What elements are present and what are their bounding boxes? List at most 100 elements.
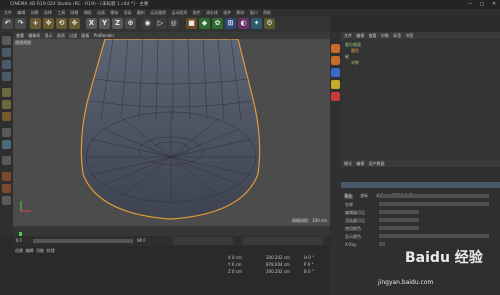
menu-item-tools[interactable]: 工具 (57, 10, 65, 15)
content-browser-icon[interactable] (331, 56, 340, 65)
viewport-menu-options[interactable]: 选项 (57, 33, 65, 38)
tweak-icon[interactable] (2, 140, 11, 149)
menu-item-render[interactable]: 渲染 (124, 10, 132, 15)
menu-item-help[interactable]: 帮助 (263, 10, 271, 15)
keyframe-buttons[interactable] (243, 237, 323, 245)
array-icon[interactable]: ⊞ (225, 18, 236, 29)
scale-icon[interactable]: ✥ (69, 18, 80, 29)
size-z[interactable]: 200.202 cm (266, 268, 290, 275)
menu-item-select[interactable]: 选择 (44, 10, 52, 15)
object-row[interactable]: 圆柱 (351, 48, 359, 54)
workplane-mode-icon[interactable] (2, 72, 11, 81)
attr-editor-visible-field[interactable] (379, 210, 419, 214)
layers-tab-icon[interactable] (331, 80, 340, 89)
grid-icon[interactable] (2, 196, 11, 205)
coord-z[interactable]: Z 0 cm (228, 268, 242, 275)
size-x[interactable]: 200.202 cm (266, 254, 290, 261)
attr-tab-mode[interactable]: 模式 (344, 161, 352, 166)
viewport-menu-view[interactable]: 查看 (16, 33, 24, 38)
coord-y[interactable]: Y 0 cm (228, 261, 242, 268)
floor-icon[interactable]: ✦ (251, 18, 262, 29)
model-mode-icon[interactable] (2, 48, 11, 57)
menu-item-plugins[interactable]: 插件 (223, 10, 231, 15)
y-axis-icon[interactable]: Y (99, 18, 110, 29)
light-icon[interactable]: ⚙ (264, 18, 275, 29)
menu-item-character[interactable]: 角色 (193, 10, 201, 15)
viewport-menu-panel[interactable]: 面板 (81, 33, 89, 38)
attr-render-visible-field[interactable] (379, 218, 419, 222)
menu-item-pipeline[interactable]: 流水线 (206, 10, 218, 15)
attributes-tab-icon[interactable] (331, 92, 340, 101)
coord-x[interactable]: X 0 cm (228, 254, 242, 261)
obj-menu-view[interactable]: 查看 (369, 33, 377, 38)
menu-item-edit[interactable]: 编辑 (17, 10, 25, 15)
live-select-icon[interactable]: + (30, 18, 41, 29)
attr-display-color-field[interactable] (379, 234, 489, 238)
timeline-ruler[interactable] (13, 226, 330, 241)
obj-menu-tags[interactable]: 标签 (393, 33, 401, 38)
attr-use-color-field[interactable] (379, 226, 419, 230)
minimize-button[interactable]: — (464, 0, 476, 9)
points-mode-icon[interactable] (2, 88, 11, 97)
polygons-mode-icon[interactable] (2, 112, 11, 121)
attr-section-coord[interactable]: 坐标 (360, 193, 368, 198)
snap-icon[interactable] (2, 156, 11, 165)
menu-item-create[interactable]: 创建 (31, 10, 39, 15)
viewport-menu-display[interactable]: 显示 (45, 33, 53, 38)
objects-tab-icon[interactable] (331, 44, 340, 53)
obj-menu-objects[interactable]: 对象 (381, 33, 389, 38)
menu-item-sculpt[interactable]: 雕刻 (137, 10, 145, 15)
size-y[interactable]: 878.004 cm (266, 261, 290, 268)
redo-icon[interactable]: ↷ (15, 18, 26, 29)
cube-icon[interactable]: ■ (186, 18, 197, 29)
menu-item-file[interactable]: 文件 (4, 10, 12, 15)
world-coordinates-icon[interactable]: ⊕ (125, 18, 136, 29)
x-axis-icon[interactable]: X (86, 18, 97, 29)
attr-xray-checkbox[interactable] (379, 242, 385, 246)
material-tab-function[interactable]: 功能 (36, 248, 44, 253)
transport-buttons[interactable] (173, 237, 233, 245)
obj-menu-edit[interactable]: 编辑 (356, 33, 364, 38)
maximize-button[interactable]: □ (476, 0, 488, 9)
render-to-picture-viewer-icon[interactable]: ▷ (155, 18, 166, 29)
attr-tab-userdata[interactable]: 用户数据 (369, 161, 385, 166)
edges-mode-icon[interactable] (2, 100, 11, 109)
z-axis-icon[interactable]: Z (112, 18, 123, 29)
viewport-menu-filter[interactable]: 过滤 (69, 33, 77, 38)
obj-menu-bookmarks[interactable]: 书签 (405, 33, 413, 38)
attr-layer-field[interactable] (379, 194, 489, 198)
menu-item-window[interactable]: 窗口 (250, 10, 258, 15)
render-settings-icon[interactable]: ◎ (168, 18, 179, 29)
menu-item-tracker[interactable]: 运动跟踪 (150, 10, 166, 15)
obj-menu-file[interactable]: 文件 (344, 33, 352, 38)
material-tab-edit[interactable]: 编辑 (26, 248, 34, 253)
attr-name-field[interactable] (379, 202, 489, 206)
close-button[interactable]: ✕ (488, 0, 500, 9)
viewport[interactable]: 透视视图 网格间距：100 cm (13, 39, 330, 226)
menu-item-snap[interactable]: 捕捉 (84, 10, 92, 15)
undo-icon[interactable]: ↶ (2, 18, 13, 29)
attr-tab-edit[interactable]: 编辑 (356, 161, 364, 166)
rot-h[interactable]: H 0 ° (304, 254, 314, 261)
menu-item-mesh[interactable]: 网格 (70, 10, 78, 15)
deformer-icon[interactable]: ◐ (238, 18, 249, 29)
structure-tab-icon[interactable] (331, 68, 340, 77)
enable-axis-icon[interactable] (2, 128, 11, 137)
object-row[interactable]: 对称 (351, 60, 359, 66)
subdivision-surface-icon[interactable]: ✿ (212, 18, 223, 29)
rot-b[interactable]: B 0 ° (304, 268, 314, 275)
material-tab-texture[interactable]: 纹理 (47, 248, 55, 253)
viewport-menu-prorender[interactable]: ProRender (94, 33, 115, 38)
frame-range-slider[interactable] (33, 239, 133, 243)
menu-item-simulate[interactable]: 模拟 (110, 10, 118, 15)
texture-mode-icon[interactable] (2, 60, 11, 69)
render-view-icon[interactable]: ◉ (142, 18, 153, 29)
solo-icon[interactable] (2, 172, 11, 181)
end-frame[interactable]: 90 F (137, 238, 146, 243)
move-icon[interactable]: ✥ (43, 18, 54, 29)
rot-p[interactable]: P 0 ° (304, 261, 314, 268)
rotate-icon[interactable]: ⟲ (56, 18, 67, 29)
menu-item-mograph[interactable]: 运动图形 (171, 10, 187, 15)
material-tab-create[interactable]: 创建 (15, 248, 23, 253)
lock-workplane-icon[interactable] (2, 184, 11, 193)
